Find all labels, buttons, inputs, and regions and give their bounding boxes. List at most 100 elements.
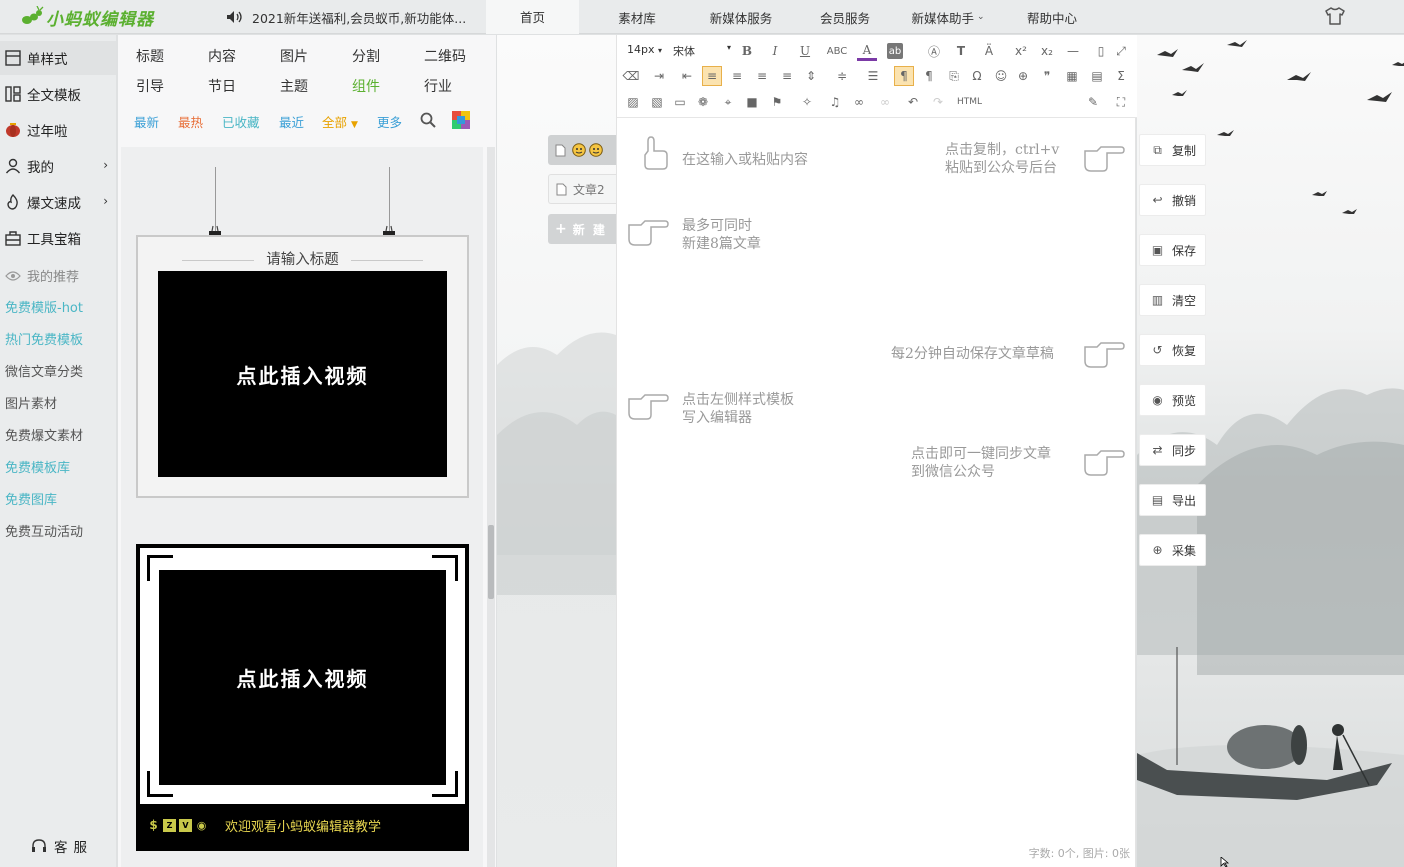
- filter-newest[interactable]: 最新: [134, 112, 159, 131]
- strikethrough-button[interactable]: ABC: [827, 41, 848, 61]
- redo-toolbar-icon[interactable]: ↷: [928, 92, 948, 112]
- expand-icon[interactable]: ⛶: [1111, 92, 1131, 112]
- save-button[interactable]: ▣ 保存: [1139, 234, 1206, 266]
- nav-new-media-service[interactable]: 新媒体服务: [696, 0, 786, 34]
- sidebar-link-my-recommend[interactable]: 我的推荐: [5, 266, 79, 285]
- text-border-icon[interactable]: Ⓐ: [924, 41, 944, 61]
- special-char-button[interactable]: Ω: [967, 66, 987, 86]
- blockquote-icon[interactable]: ❞: [1037, 66, 1057, 86]
- category-qrcode[interactable]: 二维码: [424, 46, 466, 66]
- clear-format-icon[interactable]: ⚑: [767, 92, 787, 112]
- indent-button[interactable]: ⇥: [649, 66, 669, 86]
- category-component[interactable]: 组件: [352, 76, 380, 96]
- paragraph-spacing-button[interactable]: ≑: [832, 66, 852, 86]
- template-list[interactable]: 请输入标题 点此插入视频 点此插入视频 $ Z V ◉ 欢迎观看小蚂蚁编辑器教学: [121, 147, 483, 867]
- nav-new-media-assistant[interactable]: 新媒体助手 ⌄: [900, 0, 996, 34]
- template-icon[interactable]: ▤: [1087, 66, 1107, 86]
- fullscreen-icon[interactable]: ⤢: [1111, 41, 1131, 61]
- category-divider[interactable]: 分割: [352, 46, 380, 66]
- outdent-button[interactable]: ⇤: [677, 66, 697, 86]
- template-card-framed-video[interactable]: 点此插入视频 $ Z V ◉ 欢迎观看小蚂蚁编辑器教学: [136, 544, 469, 851]
- location-icon[interactable]: ⌖: [718, 92, 738, 112]
- italic-button[interactable]: I: [765, 41, 785, 61]
- filter-hottest[interactable]: 最热: [178, 112, 203, 131]
- skin-shirt-icon[interactable]: [1324, 6, 1346, 26]
- insert-video-placeholder[interactable]: 点此插入视频: [159, 570, 446, 785]
- image-icon[interactable]: ▨: [623, 92, 643, 112]
- line-height-button[interactable]: ⇕: [801, 66, 821, 86]
- text-style-button[interactable]: T: [951, 41, 971, 61]
- template-scrollbar[interactable]: [487, 147, 495, 867]
- magic-wand-icon[interactable]: ✧: [797, 92, 817, 112]
- notice-bar[interactable]: 2021新年送福利,会员蚁币,新功能体...: [226, 0, 466, 34]
- category-image[interactable]: 图片: [280, 46, 308, 66]
- filter-favorited[interactable]: 已收藏: [222, 112, 260, 131]
- music-icon[interactable]: ♫: [825, 92, 845, 112]
- align-right-button[interactable]: ≡: [752, 66, 772, 86]
- undo-toolbar-icon[interactable]: ↶: [903, 92, 923, 112]
- category-title[interactable]: 标题: [136, 46, 164, 66]
- sidebar-item-single-style[interactable]: 单样式: [0, 41, 116, 75]
- letter-spacing-button[interactable]: Ä: [979, 41, 999, 61]
- color-palette-icon[interactable]: [452, 111, 470, 129]
- new-page-icon[interactable]: ▯: [1091, 41, 1111, 61]
- sidebar-item-full-template[interactable]: 全文模板: [0, 77, 116, 111]
- export-button[interactable]: ▤ 导出: [1139, 484, 1206, 516]
- sidebar-link-free-template-lib[interactable]: 免费模板库: [5, 457, 70, 476]
- collect-button[interactable]: ⊕ 采集: [1139, 534, 1206, 566]
- underline-button[interactable]: U: [795, 41, 815, 61]
- undo-button[interactable]: ↩ 撤销: [1139, 184, 1206, 216]
- edit-mode-icon[interactable]: ✎: [1083, 92, 1103, 112]
- background-image-icon[interactable]: ▭: [670, 92, 690, 112]
- sidebar-item-toolbox[interactable]: 工具宝箱: [0, 221, 116, 255]
- formula-icon[interactable]: Σ: [1111, 66, 1131, 86]
- copy-button[interactable]: ⧉ 复制: [1139, 134, 1206, 166]
- filter-recent[interactable]: 最近: [279, 112, 304, 131]
- logo[interactable]: 小蚂蚁编辑器: [20, 4, 154, 30]
- superscript-button[interactable]: x²: [1011, 41, 1031, 61]
- table-icon[interactable]: ▦: [1062, 66, 1082, 86]
- nav-member-service[interactable]: 会员服务: [805, 0, 885, 34]
- format-painter-icon[interactable]: ⎘: [944, 66, 964, 86]
- align-center-button[interactable]: ≡: [727, 66, 747, 86]
- link-icon[interactable]: ∞: [849, 92, 869, 112]
- sidebar-link-free-gallery[interactable]: 免费图库: [5, 489, 57, 508]
- emoji-icon[interactable]: ☺: [991, 66, 1011, 86]
- category-festival[interactable]: 节日: [208, 76, 236, 96]
- preview-button[interactable]: ◉ 预览: [1139, 384, 1206, 416]
- scrollbar-thumb[interactable]: [488, 525, 494, 599]
- sidebar-link-free-hot[interactable]: 免费模版-hot: [5, 297, 83, 316]
- sidebar-item-viral-article[interactable]: 爆文速成 ›: [0, 185, 116, 219]
- filter-more[interactable]: 更多: [377, 112, 402, 131]
- sidebar-link-article-category[interactable]: 微信文章分类: [5, 361, 83, 380]
- filter-all[interactable]: 全部 ▼: [322, 112, 358, 131]
- find-replace-icon[interactable]: ⊕: [1013, 66, 1033, 86]
- unlink-icon[interactable]: ∞: [875, 92, 895, 112]
- multi-image-icon[interactable]: ▧: [647, 92, 667, 112]
- sidebar-link-free-interactive[interactable]: 免费互动活动: [5, 521, 83, 540]
- list-button[interactable]: ☰: [863, 66, 883, 86]
- nav-home[interactable]: 首页: [486, 0, 579, 34]
- sync-button[interactable]: ⇄ 同步: [1139, 434, 1206, 466]
- insert-video-placeholder[interactable]: 点此插入视频: [158, 271, 447, 477]
- customer-service-button[interactable]: 客服: [30, 836, 93, 856]
- sidebar-link-image-material[interactable]: 图片素材: [5, 393, 57, 412]
- sidebar-item-new-year[interactable]: 过年啦: [0, 113, 116, 147]
- video-icon[interactable]: ■: [742, 92, 762, 112]
- clear-button[interactable]: ▥ 清空: [1139, 284, 1206, 316]
- template-card-hanging-video[interactable]: 请输入标题 点此插入视频: [136, 235, 469, 498]
- font-color-button[interactable]: A: [857, 41, 877, 61]
- eraser-icon[interactable]: ⌫: [621, 66, 641, 86]
- category-content[interactable]: 内容: [208, 46, 236, 66]
- new-doc-button[interactable]: + 新 建: [548, 214, 616, 244]
- doc-tab-1[interactable]: [548, 135, 616, 165]
- doc-tab-2[interactable]: 文章2: [548, 174, 616, 204]
- align-justify-button[interactable]: ≡: [777, 66, 797, 86]
- sidebar-item-mine[interactable]: 我的 ›: [0, 149, 116, 183]
- paragraph-rtl-button[interactable]: ¶: [919, 66, 939, 86]
- highlight-button[interactable]: ab: [887, 43, 903, 59]
- align-left-button[interactable]: ≡: [702, 66, 722, 86]
- paragraph-ltr-button[interactable]: ¶: [894, 66, 914, 86]
- category-theme[interactable]: 主题: [280, 76, 308, 96]
- nav-materials[interactable]: 素材库: [597, 0, 677, 34]
